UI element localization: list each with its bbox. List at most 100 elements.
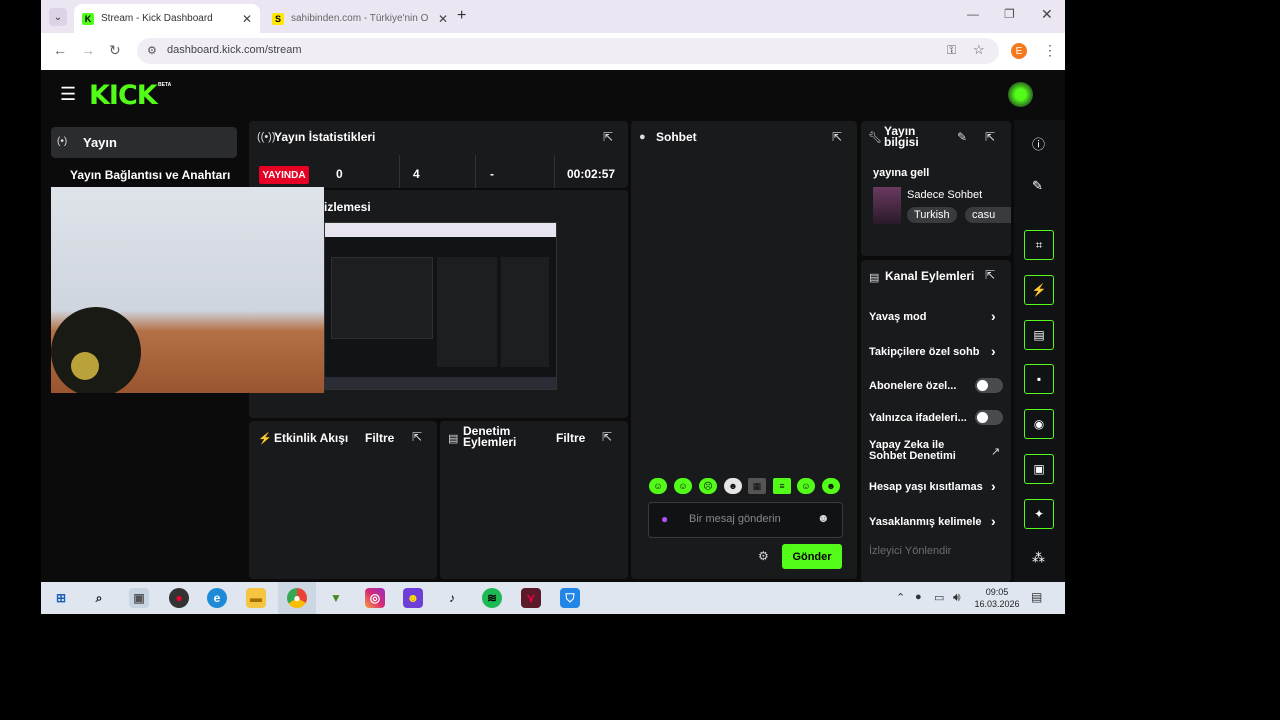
menu-dots-icon[interactable]: ⋮ xyxy=(1043,42,1057,59)
channel-icon[interactable]: ▣ xyxy=(1024,454,1054,484)
user-avatar[interactable] xyxy=(1008,82,1033,107)
webcam-badge xyxy=(71,352,99,380)
stream-stats-panel: ((•)) Yayın İstatistikleri ⇱ YAYINDA 0 4… xyxy=(249,121,628,188)
emote-icon[interactable]: ☺ xyxy=(674,478,692,494)
chrome-icon[interactable]: ● xyxy=(287,588,307,608)
wrench-icon[interactable]: ✦ xyxy=(1024,499,1054,529)
preview-taskbar xyxy=(325,377,556,389)
tab-kick-dashboard[interactable]: K Stream - Kick Dashboard ✕ xyxy=(74,4,260,33)
screen-capture-icon[interactable]: ⌗ xyxy=(1024,230,1054,260)
tiktok-icon[interactable]: ♪ xyxy=(442,588,462,608)
chevron-up-icon[interactable]: ⌃ xyxy=(896,591,905,604)
filter-button[interactable]: Filtre xyxy=(365,431,394,445)
subscribers-only-row: Abonelere özel... xyxy=(861,373,1011,399)
restore-button[interactable]: ❐ xyxy=(1004,7,1015,21)
preview-video[interactable] xyxy=(324,222,557,390)
obs-icon[interactable]: ● xyxy=(169,588,189,608)
emoji-icon[interactable]: ☻ xyxy=(817,511,830,525)
minimize-button[interactable]: — xyxy=(967,7,979,21)
tab-sahibinden[interactable]: S sahibinden.com - Türkiye'nin O ✕ xyxy=(264,4,456,33)
wrench-icon: 🔧︎ xyxy=(868,132,882,144)
edge-icon[interactable]: e xyxy=(207,588,227,608)
emotes-only-toggle[interactable] xyxy=(975,410,1003,425)
stream-info-panel: 🔧︎ Yayın bilgisi ✎ ⇱ yayına gell Sadece S… xyxy=(861,121,1011,256)
close-window-button[interactable]: ✕ xyxy=(1041,6,1053,23)
slow-mode-row[interactable]: Yavaş mod › xyxy=(861,304,1011,330)
emote-icon[interactable]: ▦ xyxy=(748,478,766,494)
popout-icon[interactable]: ⇱ xyxy=(602,430,612,444)
banned-words-row[interactable]: Yasaklanmış kelimele › xyxy=(861,509,1011,535)
subscribers-only-toggle[interactable] xyxy=(975,378,1003,393)
chevron-right-icon: › xyxy=(991,343,996,359)
emote-icon[interactable]: ☺ xyxy=(649,478,667,494)
profile-avatar[interactable]: E xyxy=(1011,43,1027,59)
ai-moderation-row[interactable]: Yapay Zeka ile Sohbet Denetimi ↗ xyxy=(861,438,1011,468)
popout-icon[interactable]: ⇱ xyxy=(985,268,995,282)
sidebar-item-stream[interactable]: (•) Yayın xyxy=(51,127,237,158)
followers-only-row[interactable]: Takipçilere özel sohb › xyxy=(861,339,1011,365)
kick-logo[interactable]: KICK xyxy=(89,80,158,111)
capcut-icon[interactable]: ⋎ xyxy=(521,588,541,608)
back-icon[interactable]: ← xyxy=(53,42,67,58)
new-tab-button[interactable]: + xyxy=(457,7,466,25)
mic-icon[interactable]: ● xyxy=(661,512,668,526)
hamburger-menu-icon[interactable]: ☰ xyxy=(60,84,76,105)
send-button[interactable]: Gönder xyxy=(782,544,842,569)
tab-title: sahibinden.com - Türkiye'nin O xyxy=(291,13,429,24)
instagram-icon[interactable]: ◎ xyxy=(365,588,385,608)
close-tab-icon[interactable]: ✕ xyxy=(438,12,448,26)
popout-icon[interactable]: ⇱ xyxy=(603,130,613,144)
more-apps-icon[interactable]: ⁂ xyxy=(1032,550,1045,566)
password-key-icon[interactable]: ⚿ xyxy=(947,43,956,58)
sidebar-item-stream-key[interactable]: Yayın Bağlantısı ve Anahtarı xyxy=(70,168,230,182)
tab-search-button[interactable]: ⌄ xyxy=(49,8,67,26)
divider xyxy=(399,155,400,188)
edit-pencil-icon[interactable]: ✎ xyxy=(1032,178,1043,194)
emote-icon[interactable]: ☻ xyxy=(822,478,840,494)
popout-icon[interactable]: ⇱ xyxy=(412,430,422,444)
bookmark-star-icon[interactable]: ☆ xyxy=(973,42,985,58)
emote-icon[interactable]: ☺ xyxy=(797,478,815,494)
start-windows-icon[interactable]: ⊞ xyxy=(51,588,71,608)
game-icon[interactable]: ☻ xyxy=(403,588,423,608)
popout-icon[interactable]: ⇱ xyxy=(985,130,995,144)
address-bar: ← → ↻ ⚙ dashboard.kick.com/stream ⚿ ☆ E … xyxy=(41,33,1065,70)
emote-icon[interactable]: ☹ xyxy=(699,478,717,494)
panel-title: Sohbet xyxy=(656,130,697,144)
viewer-redirect-row[interactable]: İzleyici Yönlendir xyxy=(861,543,1011,565)
close-tab-icon[interactable]: ✕ xyxy=(242,12,252,26)
popout-icon[interactable]: ⇱ xyxy=(832,130,842,144)
row-label: Abonelere özel... xyxy=(869,380,957,392)
browser-window: ⌄ K Stream - Kick Dashboard ✕ S sahibind… xyxy=(41,0,1065,614)
volume-icon[interactable]: 🔊︎ xyxy=(953,590,961,605)
file-explorer-icon[interactable]: ▬ xyxy=(246,588,266,608)
microphone-icon[interactable]: ● xyxy=(915,591,922,603)
edit-pencil-icon[interactable]: ✎ xyxy=(957,130,967,144)
url-box[interactable]: ⚙ dashboard.kick.com/stream ⚿ ☆ xyxy=(137,38,999,64)
notification-icon[interactable]: ▤ xyxy=(1031,590,1042,604)
shield-app-icon[interactable]: ⛉ xyxy=(560,588,580,608)
stat-value: 4 xyxy=(413,167,420,181)
account-age-row[interactable]: Hesap yaşı kısıtlamas › xyxy=(861,474,1011,500)
site-info-icon[interactable]: ⚙ xyxy=(147,44,157,57)
network-icon[interactable]: ▭ xyxy=(934,591,944,604)
clock[interactable]: 09:05 16.03.2026 xyxy=(971,586,1023,610)
emote-icon[interactable]: ☻ xyxy=(724,478,742,494)
vue-icon[interactable]: ▼ xyxy=(326,588,346,608)
emote-icon[interactable]: ≡ xyxy=(773,478,791,494)
forward-icon[interactable]: → xyxy=(81,42,95,58)
search-icon[interactable]: ⌕ xyxy=(89,588,109,608)
store-icon[interactable]: ▣ xyxy=(129,588,149,608)
filter-button[interactable]: Filtre xyxy=(556,431,585,445)
windows-taskbar: ⊞ ⌕ ▣ ● e ▬ ● ▼ ◎ ☻ ♪ ≋ ⋎ ⛉ ⌃ ● ▭ 🔊︎ 09:… xyxy=(41,582,1065,614)
chat-settings-icon[interactable]: ⚙ xyxy=(758,549,769,563)
chat-bubble-icon[interactable]: ▪ xyxy=(1024,364,1054,394)
broadcast-icon[interactable]: ◉ xyxy=(1024,409,1054,439)
bolt-icon[interactable]: ⚡ xyxy=(1024,275,1054,305)
info-icon[interactable]: ⓘ xyxy=(1032,134,1045,153)
spotify-icon[interactable]: ≋ xyxy=(482,588,502,608)
document-icon[interactable]: ▤ xyxy=(1024,320,1054,350)
reload-icon[interactable]: ↻ xyxy=(109,42,121,59)
chat-input[interactable]: ● Bir mesaj gönderin ☻ xyxy=(648,502,843,538)
chevron-right-icon: › xyxy=(991,308,996,324)
